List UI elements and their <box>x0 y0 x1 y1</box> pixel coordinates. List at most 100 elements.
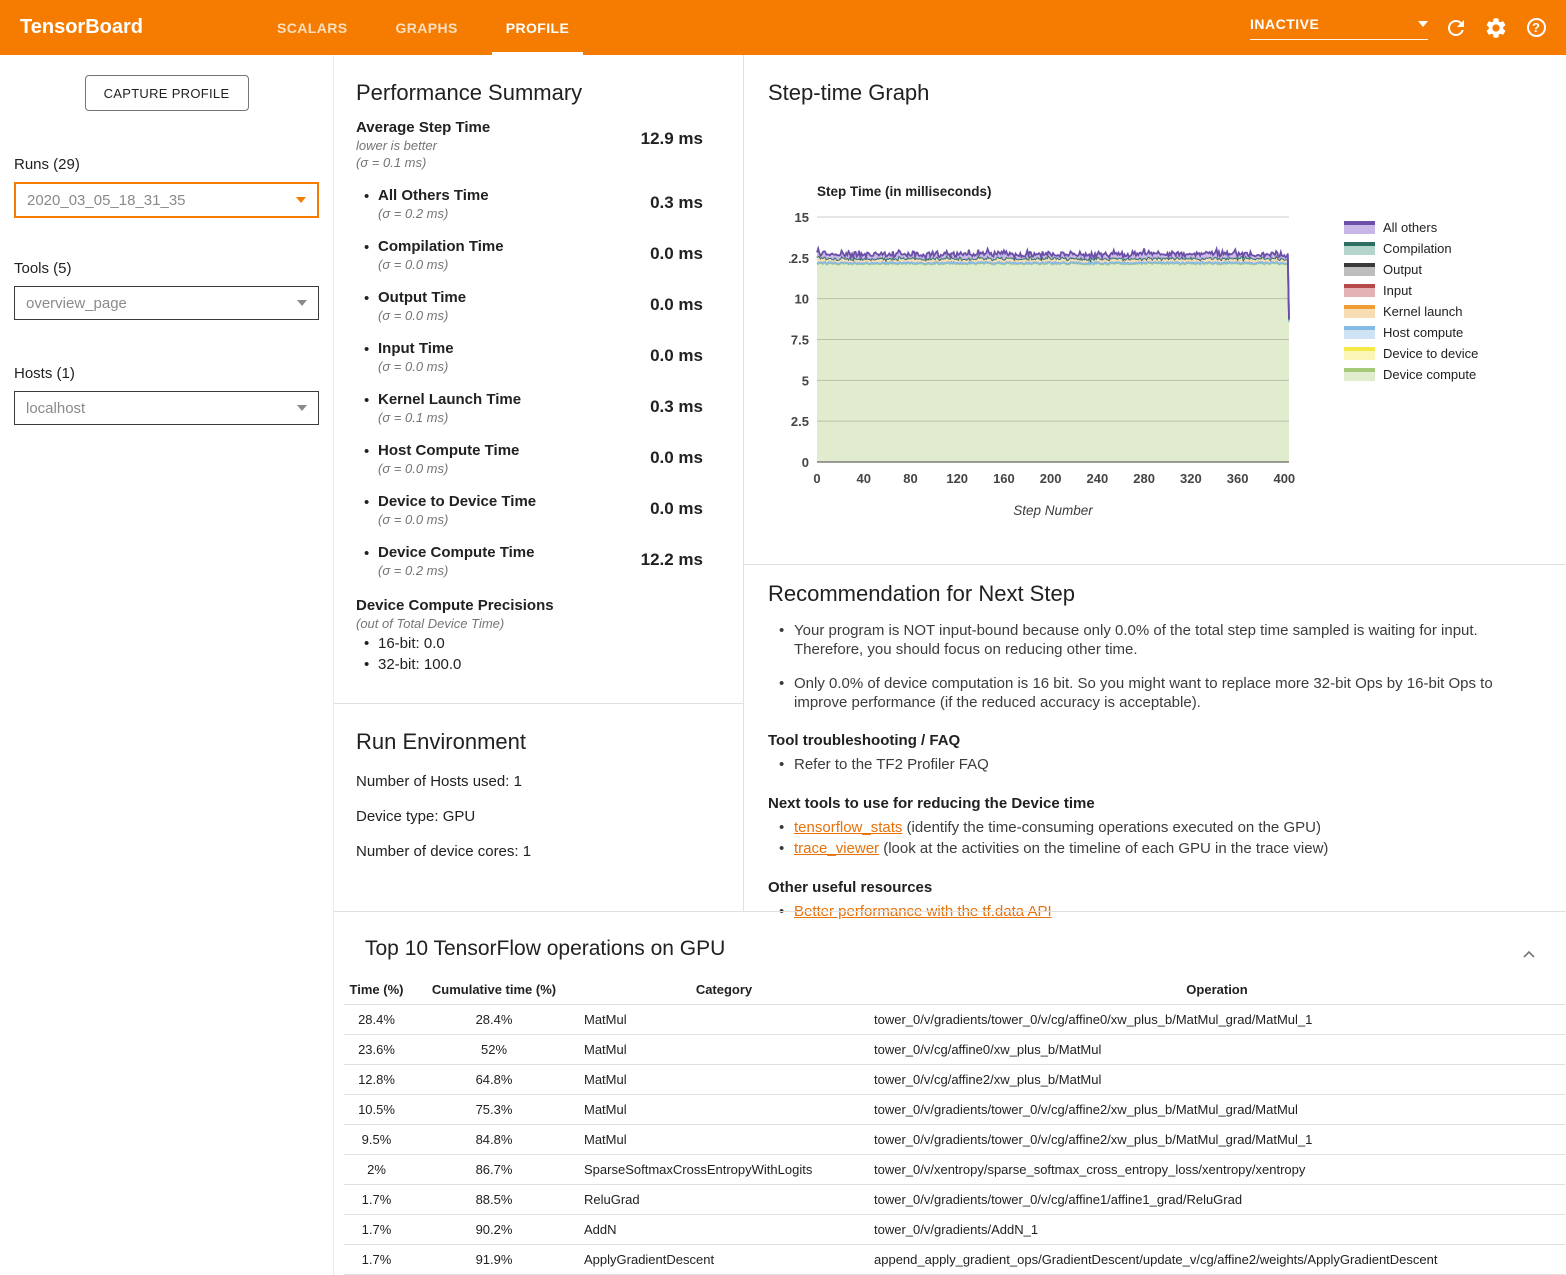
legend-item[interactable]: Output <box>1344 259 1478 280</box>
recommendation-bullet: Your program is NOT input-bound because … <box>794 621 1526 659</box>
refresh-icon[interactable] <box>1444 16 1468 40</box>
table-cell: 28.4% <box>344 1005 409 1035</box>
capture-profile-button[interactable]: CAPTURE PROFILE <box>85 75 249 111</box>
runs-select[interactable]: 2020_03_05_18_31_35 <box>14 182 319 218</box>
collapse-icon[interactable] <box>1520 948 1538 965</box>
run-environment-title: Run Environment <box>356 729 721 755</box>
next-tool-item-link[interactable]: tensorflow_stats <box>794 819 902 836</box>
column-header: Time (%) <box>344 977 409 1005</box>
table-cell: 1.7% <box>344 1185 409 1215</box>
average-step-time-value: 12.9 ms <box>641 129 703 149</box>
step-time-graph-section: Step-time Graph Step Time (in millisecon… <box>744 80 1566 565</box>
table-row[interactable]: 28.4%28.4%MatMultower_0/v/gradients/towe… <box>344 1005 1565 1035</box>
table-cell: MatMul <box>579 1065 869 1095</box>
run-environment-line: Device type: GPU <box>356 808 721 825</box>
legend-swatch <box>1344 221 1375 234</box>
table-cell: tower_0/v/gradients/tower_0/v/cg/affine0… <box>869 1005 1565 1035</box>
tab-graphs[interactable]: GRAPHS <box>371 0 481 55</box>
table-cell: 10.5% <box>344 1095 409 1125</box>
chevron-down-icon <box>297 405 307 411</box>
table-row[interactable]: 1.7%91.9%ApplyGradientDescentappend_appl… <box>344 1245 1565 1275</box>
table-cell: 84.8% <box>409 1125 579 1155</box>
precisions-title: Device Compute Precisions <box>356 597 721 614</box>
table-cell: 1.7% <box>344 1215 409 1245</box>
legend-swatch <box>1344 326 1375 339</box>
bullet-icon: • <box>364 239 369 256</box>
tab-scalars[interactable]: SCALARS <box>253 0 371 55</box>
table-row[interactable]: 9.5%84.8%MatMultower_0/v/gradients/tower… <box>344 1125 1565 1155</box>
bullet-icon: • <box>364 290 369 307</box>
svg-text:Step Number: Step Number <box>1013 503 1093 518</box>
next-tool-item-link[interactable]: trace_viewer <box>794 840 879 857</box>
step-time-chart[interactable]: Step Time (in milliseconds)02.557.51012.… <box>789 180 1309 525</box>
faq-list: Refer to the TF2 Profiler FAQ <box>744 754 1526 775</box>
table-cell: 23.6% <box>344 1035 409 1065</box>
help-icon[interactable]: ? <box>1524 16 1548 40</box>
status-value: INACTIVE <box>1250 16 1319 32</box>
table-cell: MatMul <box>579 1035 869 1065</box>
right-column: Step-time Graph Step Time (in millisecon… <box>744 55 1566 911</box>
hosts-select-value: localhost <box>26 400 85 417</box>
tools-select[interactable]: overview_page <box>14 286 319 320</box>
performance-summary-title: Performance Summary <box>356 80 721 106</box>
table-row[interactable]: 1.7%88.5%ReluGradtower_0/v/gradients/tow… <box>344 1185 1565 1215</box>
run-environment-line: Number of device cores: 1 <box>356 843 721 860</box>
metric-value: 0.3 ms <box>650 193 703 213</box>
table-cell: 9.5% <box>344 1125 409 1155</box>
recommendation-section: Recommendation for Next Step Your progra… <box>744 581 1566 922</box>
legend-label: All others <box>1383 220 1437 235</box>
precision-item: 16-bit: 0.0 <box>378 635 721 652</box>
legend-swatch <box>1344 284 1375 297</box>
tools-select-value: overview_page <box>26 295 127 312</box>
metric-row: •Device to Device Time(σ = 0.0 ms)0.0 ms <box>356 493 721 527</box>
metric-value: 0.0 ms <box>650 295 703 315</box>
table-row[interactable]: 12.8%64.8%MatMultower_0/v/cg/affine2/xw_… <box>344 1065 1565 1095</box>
metric-value: 0.0 ms <box>650 499 703 519</box>
svg-text:Step Time (in milliseconds): Step Time (in milliseconds) <box>817 184 992 199</box>
legend-item[interactable]: Compilation <box>1344 238 1478 259</box>
status-dropdown[interactable]: INACTIVE <box>1250 16 1428 40</box>
table-cell: tower_0/v/gradients/tower_0/v/cg/affine2… <box>869 1125 1565 1155</box>
table-header-row: Time (%)Cumulative time (%)CategoryOpera… <box>344 977 1565 1005</box>
legend-label: Compilation <box>1383 241 1452 256</box>
svg-text:360: 360 <box>1227 471 1249 486</box>
table-cell: tower_0/v/gradients/AddN_1 <box>869 1215 1565 1245</box>
table-cell: 64.8% <box>409 1065 579 1095</box>
hosts-select[interactable]: localhost <box>14 391 319 425</box>
table-cell: MatMul <box>579 1125 869 1155</box>
top-ops-title: Top 10 TensorFlow operations on GPU <box>365 937 1566 961</box>
metric-row: •Host Compute Time(σ = 0.0 ms)0.0 ms <box>356 442 721 476</box>
resources-heading: Other useful resources <box>768 879 1526 896</box>
legend-item[interactable]: All others <box>1344 217 1478 238</box>
legend-item[interactable]: Device compute <box>1344 364 1478 385</box>
recommendation-bullet: Only 0.0% of device computation is 16 bi… <box>794 674 1526 712</box>
next-tool-item: tensorflow_stats (identify the time-cons… <box>794 817 1526 838</box>
average-step-time: Average Step Time lower is better (σ = 0… <box>356 119 721 170</box>
performance-summary-section: Performance Summary Average Step Time lo… <box>334 55 744 911</box>
tab-profile[interactable]: PROFILE <box>482 0 593 55</box>
table-cell: tower_0/v/cg/affine0/xw_plus_b/MatMul <box>869 1035 1565 1065</box>
table-cell: 91.9% <box>409 1245 579 1275</box>
chart-legend: All others Compilation OutputInputKernel l… <box>1344 217 1478 385</box>
legend-item[interactable]: Device to device <box>1344 343 1478 364</box>
app-title: TensorBoard <box>20 0 143 55</box>
table-row[interactable]: 1.7%90.2%AddNtower_0/v/gradients/AddN_1 <box>344 1215 1565 1245</box>
gear-icon[interactable] <box>1484 16 1508 40</box>
legend-item[interactable]: Kernel launch <box>1344 301 1478 322</box>
svg-text:7.5: 7.5 <box>791 333 809 348</box>
legend-item[interactable]: Host compute <box>1344 322 1478 343</box>
metric-value: 12.2 ms <box>641 550 703 570</box>
table-row[interactable]: 10.5%75.3%MatMultower_0/v/gradients/towe… <box>344 1095 1565 1125</box>
legend-swatch <box>1344 305 1375 318</box>
column-header: Operation <box>869 977 1565 1005</box>
svg-text:280: 280 <box>1133 471 1155 486</box>
legend-swatch <box>1344 347 1375 360</box>
legend-item[interactable]: Input <box>1344 280 1478 301</box>
legend-swatch <box>1344 368 1375 381</box>
bullet-icon: • <box>364 188 369 205</box>
table-cell: 75.3% <box>409 1095 579 1125</box>
table-row[interactable]: 2%86.7%SparseSoftmaxCrossEntropyWithLogi… <box>344 1155 1565 1185</box>
table-cell: 2% <box>344 1155 409 1185</box>
table-cell: ReluGrad <box>579 1185 869 1215</box>
table-row[interactable]: 23.6%52%MatMultower_0/v/cg/affine0/xw_pl… <box>344 1035 1565 1065</box>
